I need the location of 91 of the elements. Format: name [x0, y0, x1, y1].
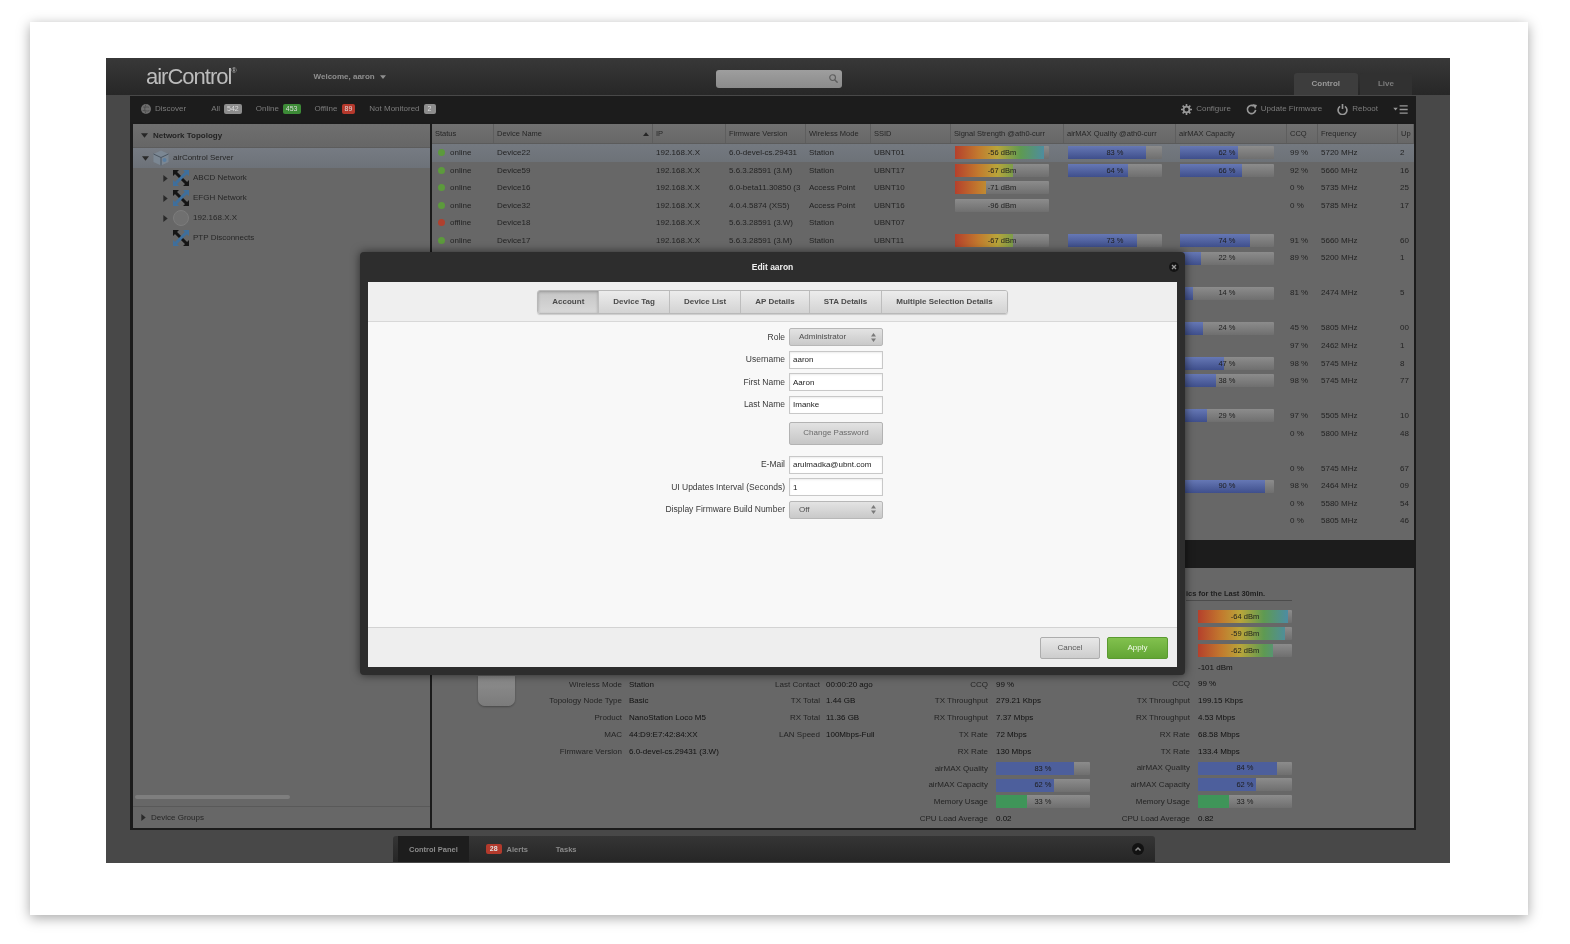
detail-value: Basic: [629, 696, 649, 706]
app-logo: airControl$^{®}$: [146, 65, 236, 88]
up-value: 54: [1400, 498, 1409, 509]
detail-value: 11.36 GB: [826, 713, 860, 723]
field-label: UI Updates Interval (Seconds): [671, 481, 785, 492]
detail-value: -101 dBm: [1198, 662, 1233, 673]
status-text: online: [450, 147, 472, 158]
detail-value: 279.21 Kbps: [996, 696, 1041, 706]
ccq-value: 92 %: [1290, 165, 1309, 176]
ip-address: 192.168.X.X: [656, 165, 701, 176]
detail-value: 0.82: [1198, 813, 1214, 824]
firmware-version: 6.0-devel-cs.29431: [729, 147, 798, 158]
field-label: First Name: [743, 376, 785, 387]
device-name: Device22: [497, 147, 531, 158]
ip-address: 192.168.X.X: [656, 218, 701, 228]
up-value: 2: [1400, 147, 1405, 158]
detail-value: 130 Mbps: [996, 746, 1032, 757]
field-label: Username: [745, 354, 785, 365]
detail-label: RX Throughput: [933, 713, 988, 723]
ssid-name: UBNT07: [874, 218, 905, 228]
detail-label: RX Throughput: [1135, 712, 1190, 722]
wireless-mode: Station: [809, 147, 834, 158]
field-label: Last Name: [743, 399, 785, 410]
frequency-value: 5505 MHz: [1321, 411, 1358, 421]
detail-value: 68.58 Mbps: [1198, 729, 1240, 740]
up-value: 77: [1400, 376, 1409, 386]
field-label: Display Firmware Build Number: [665, 504, 785, 515]
status-text: offline: [450, 218, 472, 228]
ip-address: 192.168.X.X: [656, 147, 701, 158]
detail-label: airMAX Quality: [1136, 763, 1190, 773]
detail-label: airMAX Capacity: [1130, 780, 1190, 790]
detail-value: 100Mbps-Full: [826, 730, 875, 740]
up-value: 60: [1400, 235, 1409, 246]
firmware-version: 4.0.4.5874 (XS5): [729, 200, 790, 211]
detail-label: Product: [594, 713, 622, 723]
ssid-name: UBNT11: [874, 235, 905, 246]
ssid-name: UBNT16: [874, 200, 905, 211]
wireless-mode: Access Point: [809, 200, 856, 211]
device-name: Device16: [497, 183, 531, 193]
detail-label: TX Throughput: [934, 696, 988, 706]
up-value: 10: [1400, 411, 1409, 421]
ccq-value: 99 %: [1290, 147, 1309, 158]
detail-label: MAC: [604, 730, 622, 739]
up-value: 16: [1400, 165, 1409, 176]
detail-value: NanoStation Loco M5: [629, 713, 706, 723]
ip-address: 192.168.X.X: [656, 183, 701, 193]
up-value: 25: [1400, 183, 1409, 193]
detail-value: 4.53 Mbps: [1198, 712, 1236, 723]
frequency-value: 5660 MHz: [1321, 165, 1358, 176]
frequency-value: 2464 MHz: [1321, 481, 1358, 491]
wireless-mode: Access Point: [809, 183, 856, 193]
detail-value: 199.15 Kbps: [1198, 696, 1243, 706]
panel-title: Network Topology: [153, 130, 223, 141]
detail-label: TX Throughput: [1136, 696, 1190, 706]
detail-label: RX Total: [789, 713, 820, 723]
detail-value: 0.02: [996, 813, 1012, 824]
ccq-value: 45 %: [1290, 323, 1309, 334]
detail-value: 72 Mbps: [996, 730, 1027, 740]
dialog-title: Edit aaron: [751, 261, 794, 273]
field-label: Role: [767, 331, 785, 342]
device-name: Device17: [497, 235, 531, 246]
detail-value: 99 %: [1198, 679, 1217, 689]
up-value: 1: [1400, 253, 1405, 263]
detail-value: 133.4 Mbps: [1198, 746, 1240, 757]
detail-value: 00:00:20 ago: [826, 679, 873, 690]
frequency-value: 5580 MHz: [1321, 498, 1358, 509]
detail-value: Station: [629, 679, 654, 690]
ssid-name: UBNT10: [874, 183, 905, 193]
ssid-name: UBNT17: [874, 165, 905, 176]
detail-value: 7.37 Mbps: [996, 713, 1034, 723]
frequency-value: 2474 MHz: [1321, 288, 1358, 298]
up-value: 67: [1400, 463, 1409, 474]
ip-address: 192.168.X.X: [656, 235, 701, 246]
device-name: Device59: [497, 165, 531, 176]
detail-label: airMAX Quality: [934, 763, 988, 773]
detail-value: 6.0-devel-cs.29431 (3.W): [629, 746, 719, 757]
detail-value: 1.44 GB: [826, 696, 856, 706]
ssid-name: UBNT01: [874, 147, 905, 158]
frequency-value: 5200 MHz: [1321, 253, 1358, 263]
frequency-value: 2462 MHz: [1321, 341, 1358, 351]
frequency-value: 5660 MHz: [1321, 235, 1358, 246]
detail-value: 44:D9:E7:42:84:XX: [629, 730, 698, 740]
ip-address: 192.168.X.X: [656, 200, 701, 211]
detail-label: airMAX Capacity: [928, 780, 988, 790]
detail-label: Wireless Mode: [569, 679, 622, 689]
up-value: 1: [1400, 341, 1405, 351]
up-value: 17: [1400, 200, 1409, 211]
frequency-value: 5720 MHz: [1321, 147, 1358, 158]
detail-label: TX Total: [790, 696, 820, 706]
detail-value: 99 %: [996, 679, 1015, 690]
field-label: E-Mail: [760, 459, 785, 470]
